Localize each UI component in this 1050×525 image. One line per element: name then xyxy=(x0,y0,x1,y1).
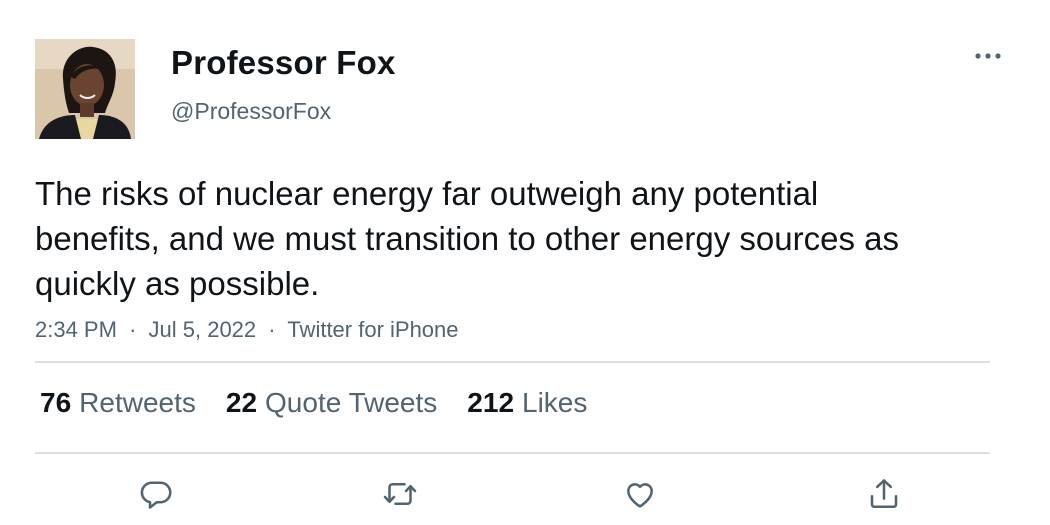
heart-icon xyxy=(627,483,653,508)
retweet-button[interactable] xyxy=(380,474,420,514)
avatar[interactable] xyxy=(35,39,135,139)
likes-stat[interactable]: 212 Likes xyxy=(467,387,587,419)
quote-tweets-label: Quote Tweets xyxy=(265,387,438,418)
retweets-label: Retweets xyxy=(79,387,196,418)
tweet-card: Professor Fox @ProfessorFox The risks of… xyxy=(0,0,1050,525)
divider xyxy=(35,452,990,454)
quote-tweets-count: 22 xyxy=(225,387,258,418)
handle[interactable]: @ProfessorFox xyxy=(171,98,331,125)
retweets-count: 76 xyxy=(40,387,72,418)
share-icon xyxy=(870,479,898,509)
tweet-date[interactable]: Jul 5, 2022 xyxy=(149,317,257,342)
meta-separator: · xyxy=(268,317,276,342)
avatar-image xyxy=(35,39,135,139)
quote-tweets-stat[interactable]: 22 Quote Tweets xyxy=(226,387,437,419)
tweet-source[interactable]: Twitter for iPhone xyxy=(287,317,458,342)
more-options-button[interactable] xyxy=(970,44,1006,68)
reply-icon xyxy=(140,481,172,509)
tweet-stats: 76 Retweets 22 Quote Tweets 212 Likes xyxy=(40,387,617,419)
likes-count: 212 xyxy=(467,387,515,418)
like-button[interactable] xyxy=(620,474,660,514)
meta-separator: · xyxy=(129,317,137,342)
tweet-meta: 2:34 PM · Jul 5, 2022 · Twitter for iPho… xyxy=(35,317,459,343)
divider xyxy=(35,361,990,363)
likes-label: Likes xyxy=(522,387,588,418)
more-dots-icon xyxy=(975,53,1001,59)
share-button[interactable] xyxy=(864,474,904,514)
tweet-text: The risks of nuclear energy far outweigh… xyxy=(35,175,899,302)
tweet-time[interactable]: 2:34 PM xyxy=(35,317,117,342)
reply-button[interactable] xyxy=(136,474,176,514)
display-name[interactable]: Professor Fox xyxy=(171,44,396,82)
retweets-stat[interactable]: 76 Retweets xyxy=(40,387,196,419)
retweet-icon xyxy=(383,482,417,506)
